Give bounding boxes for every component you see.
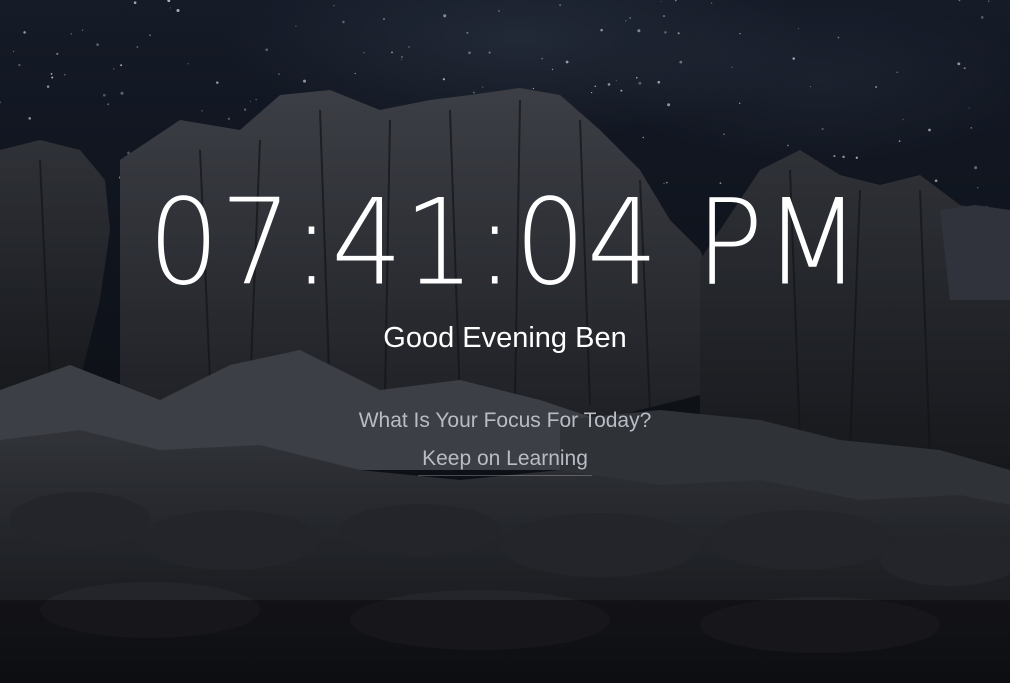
focus-answer-container: Keep on Learning [0,443,1010,476]
content-area: 07:41:04 PM Good Evening Ben What Is You… [0,0,1010,683]
focus-question: What Is Your Focus For Today? [358,409,652,432]
focus-input[interactable]: Keep on Learning [418,443,592,476]
greeting-text: Good Evening Ben [383,322,627,354]
clock-time: 07:41:04 PM [148,174,862,312]
